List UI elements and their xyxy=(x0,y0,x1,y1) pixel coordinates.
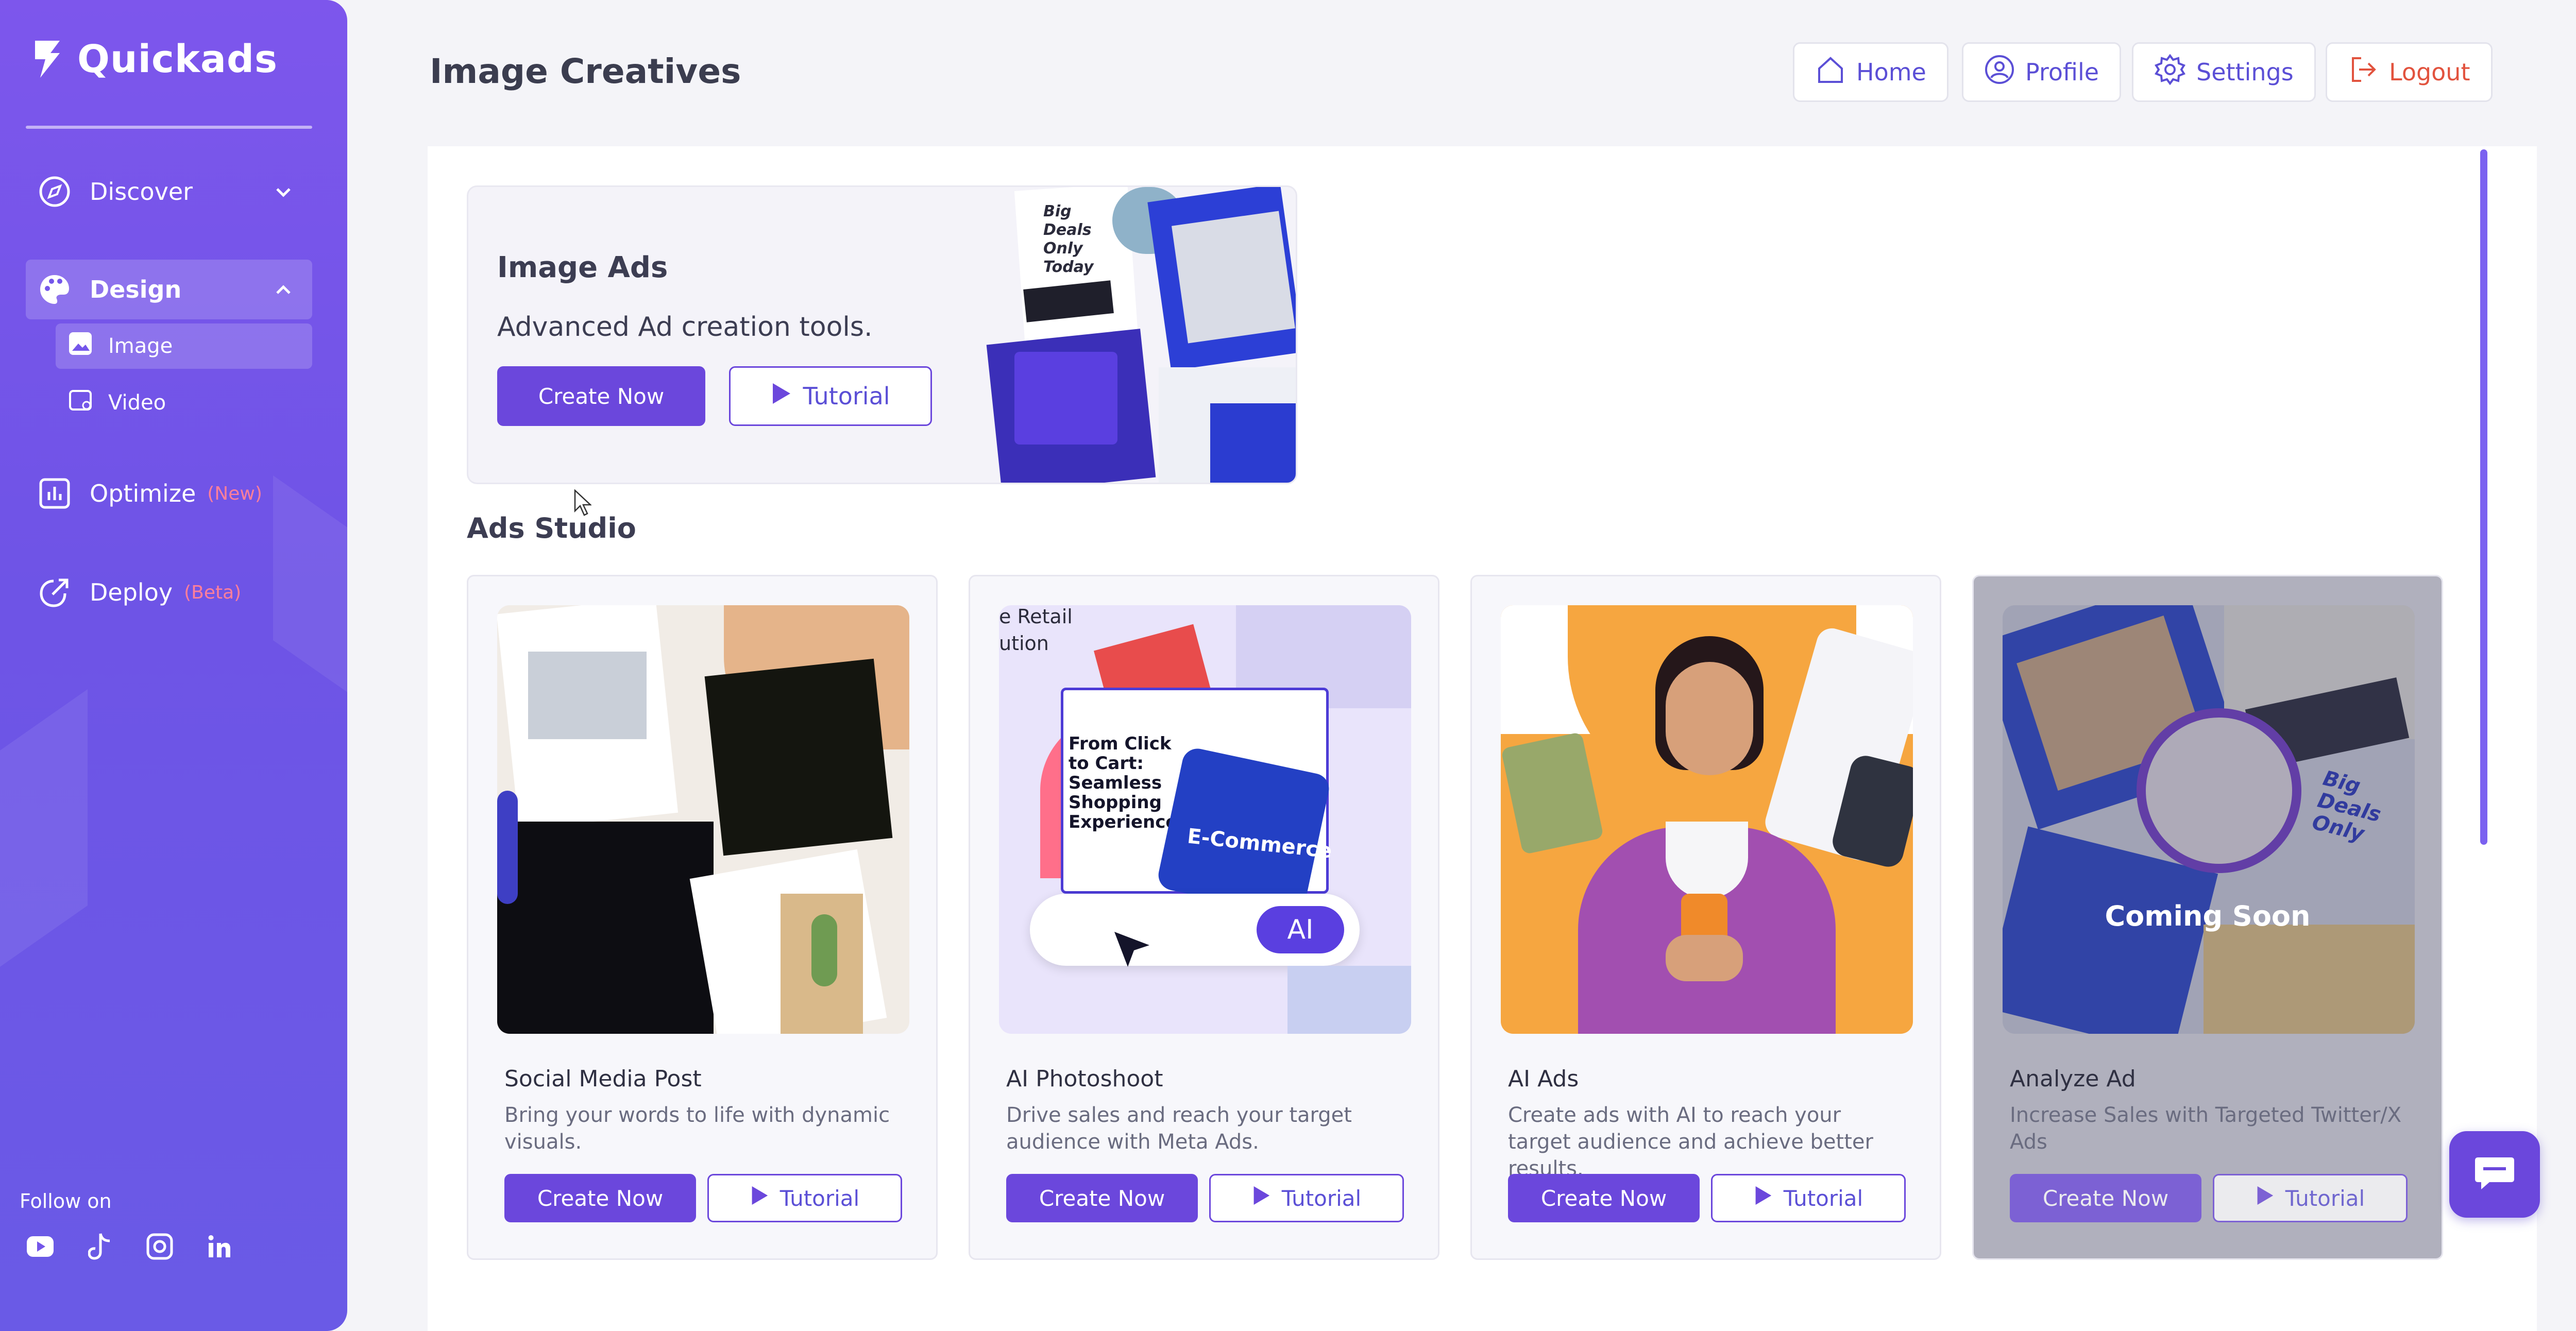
share-icon xyxy=(38,576,71,609)
sidebar-item-label: Design xyxy=(90,276,182,303)
chevron-up-icon xyxy=(273,278,294,306)
sidebar-subitem-label: Video xyxy=(108,391,166,415)
coming-soon-label: Coming Soon xyxy=(2105,900,2311,932)
social-media-thumbnail xyxy=(497,605,909,1034)
mouse-cursor xyxy=(574,489,592,518)
scrollbar[interactable] xyxy=(2480,149,2487,845)
app-name: Quickads xyxy=(77,37,278,81)
image-ads-card: Image Ads Advanced Ad creation tools. Cr… xyxy=(467,185,1297,484)
thumbnail-text: e Retail xyxy=(999,605,1073,628)
card-description: Create ads with AI to reach your target … xyxy=(1508,1103,1873,1181)
ai-photoshoot-thumbnail: e Retail ution From Click to Cart: Seaml… xyxy=(999,605,1411,1034)
studio-card-social-media-post[interactable]: Social Media Post Bring your words to li… xyxy=(467,575,938,1260)
profile-button[interactable]: Profile xyxy=(1962,42,2122,102)
thumbnail-headline: From Click to Cart: Seamless Shopping Ex… xyxy=(1069,733,1188,832)
palette-icon xyxy=(38,273,71,306)
card-title: Social Media Post xyxy=(504,1066,702,1092)
image-icon xyxy=(68,331,93,361)
logout-icon xyxy=(2348,54,2379,91)
ai-badge: AI xyxy=(1287,914,1314,945)
studio-card-analyze-ad: Big Deals Only Coming Soon Analyze Ad In… xyxy=(1972,575,2443,1260)
card-description: Advanced Ad creation tools. xyxy=(497,312,873,343)
play-icon xyxy=(750,1185,769,1211)
sidebar-item-label: Deploy xyxy=(90,578,173,606)
home-button[interactable]: Home xyxy=(1793,42,1948,102)
create-now-button[interactable]: Create Now xyxy=(504,1174,696,1222)
tutorial-button[interactable]: Tutorial xyxy=(1711,1174,1906,1222)
tutorial-button[interactable]: Tutorial xyxy=(707,1174,902,1222)
tutorial-button[interactable]: Tutorial xyxy=(729,366,932,426)
ai-ads-thumbnail xyxy=(1501,605,1913,1034)
card-title: AI Ads xyxy=(1508,1066,1579,1092)
sidebar-item-optimize[interactable]: Optimize (New) xyxy=(26,464,312,523)
sidebar-item-discover[interactable]: Discover xyxy=(26,162,312,221)
beta-badge: (Beta) xyxy=(184,582,242,603)
youtube-icon[interactable] xyxy=(26,1232,55,1261)
cursor-icon xyxy=(1112,930,1154,973)
sidebar-subitem-label: Image xyxy=(108,334,173,358)
new-badge: (New) xyxy=(207,483,262,504)
bar-chart-icon xyxy=(38,477,71,510)
card-description: Increase Sales with Targeted Twitter/X A… xyxy=(2010,1103,2402,1154)
sidebar-item-label: Optimize xyxy=(90,480,196,507)
video-icon xyxy=(68,388,93,418)
chevron-down-icon xyxy=(273,180,294,208)
tutorial-button: Tutorial xyxy=(2213,1174,2408,1222)
sidebar-item-deploy[interactable]: Deploy (Beta) xyxy=(26,562,312,622)
studio-card-ai-ads[interactable]: AI Ads Create ads with AI to reach your … xyxy=(1470,575,1941,1260)
gear-icon xyxy=(2154,54,2186,91)
thumbnail-text: ution xyxy=(999,632,1049,655)
sidebar-item-label: Discover xyxy=(90,178,193,206)
create-now-button[interactable]: Create Now xyxy=(1508,1174,1700,1222)
chat-icon xyxy=(2474,1155,2515,1193)
studio-card-ai-photoshoot[interactable]: e Retail ution From Click to Cart: Seaml… xyxy=(969,575,1439,1260)
chat-button[interactable] xyxy=(2449,1131,2540,1218)
create-now-button[interactable]: Create Now xyxy=(497,366,705,426)
sidebar-item-design[interactable]: Design xyxy=(26,260,312,319)
compass-icon xyxy=(38,175,71,208)
settings-button[interactable]: Settings xyxy=(2132,42,2316,102)
sidebar-subitem-video[interactable]: Video xyxy=(56,380,312,425)
play-icon xyxy=(1252,1185,1270,1211)
sidebar-subitem-image[interactable]: Image xyxy=(56,323,312,369)
logo-bolt-icon xyxy=(33,41,62,78)
follow-label: Follow on xyxy=(20,1190,112,1213)
sidebar: Quickads Discover Design Image Video Opt… xyxy=(0,0,347,1331)
tutorial-button[interactable]: Tutorial xyxy=(1209,1174,1404,1222)
card-title: AI Photoshoot xyxy=(1006,1066,1163,1092)
tiktok-icon[interactable] xyxy=(86,1232,114,1261)
linkedin-icon[interactable] xyxy=(205,1232,234,1261)
play-icon xyxy=(771,382,791,411)
user-icon xyxy=(1984,54,2015,91)
divider xyxy=(26,126,312,129)
instagram-icon[interactable] xyxy=(145,1232,174,1261)
sidebar-decoration xyxy=(0,689,88,1021)
collage-text: Big Deals Only Today xyxy=(1043,202,1094,276)
card-title: Analyze Ad xyxy=(2010,1066,2136,1092)
card-description: Drive sales and reach your target audien… xyxy=(1006,1103,1352,1154)
create-now-button: Create Now xyxy=(2010,1174,2201,1222)
image-ads-collage: Big Deals Only Today xyxy=(984,187,1296,483)
logo[interactable]: Quickads xyxy=(33,37,278,81)
play-icon xyxy=(1754,1185,1772,1211)
section-title: Ads Studio xyxy=(467,512,636,544)
home-icon xyxy=(1815,54,1846,91)
card-description: Bring your words to life with dynamic vi… xyxy=(504,1103,890,1154)
social-links xyxy=(26,1232,234,1261)
card-title: Image Ads xyxy=(497,251,668,284)
logout-button[interactable]: Logout xyxy=(2326,42,2493,102)
create-now-button[interactable]: Create Now xyxy=(1006,1174,1198,1222)
play-icon xyxy=(2256,1185,2274,1211)
page-title: Image Creatives xyxy=(430,52,741,91)
